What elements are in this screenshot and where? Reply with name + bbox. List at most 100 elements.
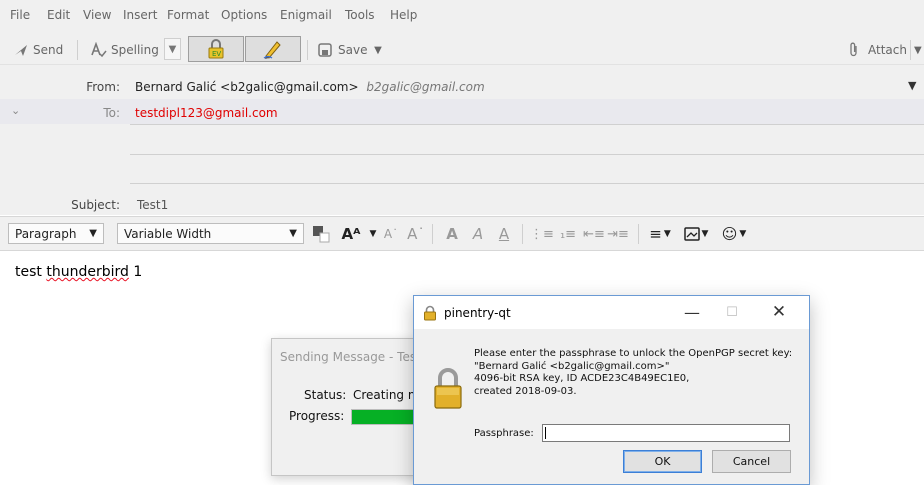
ok-button[interactable]: OK xyxy=(623,450,702,473)
increase-font-icon: A˙ xyxy=(407,225,425,243)
underline-button[interactable]: A xyxy=(493,224,515,244)
from-value: Bernard Galić <b2galic@gmail.com> xyxy=(135,80,359,94)
pinentry-titlebar: pinentry-qt — ☐ ✕ xyxy=(414,296,809,329)
recipient-row-empty[interactable] xyxy=(130,155,924,183)
toolbar-separator xyxy=(522,224,523,244)
text-caret xyxy=(545,427,546,439)
enigmail-encrypt-toggle[interactable]: EV xyxy=(188,36,244,62)
indent-button[interactable]: ⇥≡ xyxy=(607,224,629,244)
numbered-list-button[interactable]: ₁≡ xyxy=(557,224,579,244)
chevron-down-icon: ▼ xyxy=(369,229,377,239)
save-dropdown[interactable]: ▼ xyxy=(371,39,385,61)
increase-font-button[interactable]: A˙ xyxy=(405,224,427,244)
subject-field[interactable]: Test1 xyxy=(137,198,168,212)
indent-icon: ⇥≡ xyxy=(607,226,629,242)
font-family-value: Variable Width xyxy=(124,226,212,241)
toolbar-separator xyxy=(910,40,911,60)
from-identity: b2galic@gmail.com xyxy=(366,80,485,94)
numbered-list-icon: ₁≡ xyxy=(559,226,577,242)
recipient-type-chevron-icon[interactable]: ⌄ xyxy=(11,104,20,117)
chevron-down-icon: ▼ xyxy=(289,228,297,239)
lock-icon xyxy=(424,305,436,321)
attach-label: Attach xyxy=(868,43,907,57)
italic-icon: A xyxy=(472,225,484,243)
passphrase-input[interactable] xyxy=(542,424,790,442)
chevron-down-icon: ▼ xyxy=(168,43,177,55)
send-button[interactable]: Send xyxy=(14,39,63,61)
alignment-menu-button[interactable]: ≡ ▼ xyxy=(645,224,675,244)
menu-edit[interactable]: Edit xyxy=(47,8,70,22)
menu-view[interactable]: View xyxy=(83,8,111,22)
paragraph-format-select[interactable]: Paragraph ▼ xyxy=(8,223,104,244)
close-button[interactable]: ✕ xyxy=(764,302,794,322)
from-select[interactable]: Bernard Galić <b2galic@gmail.com> b2gali… xyxy=(135,80,485,94)
save-button[interactable]: Save xyxy=(318,39,367,61)
svg-text:EV: EV xyxy=(212,50,221,58)
cancel-button[interactable]: Cancel xyxy=(712,450,791,473)
save-icon xyxy=(318,43,332,57)
padlock-icon xyxy=(434,368,462,409)
bullet-list-button[interactable]: ⋮≡ xyxy=(530,224,554,244)
spelling-icon xyxy=(91,42,107,58)
chevron-down-icon: ▼ xyxy=(701,229,709,239)
compose-toolbar: Send Spelling ▼ EV Save ▼ Attach ▼ xyxy=(0,34,924,65)
chevron-down-icon: ▼ xyxy=(914,44,922,56)
insert-menu-button[interactable]: ▼ xyxy=(679,224,713,244)
format-toolbar: Paragraph ▼ Variable Width ▼ Aᴬ ▼ A˙ A˙ … xyxy=(0,216,924,251)
misspelled-word: thunderbird xyxy=(46,264,129,280)
paperclip-icon xyxy=(850,42,857,57)
font-family-select[interactable]: Variable Width ▼ xyxy=(117,223,304,244)
progress-fill xyxy=(352,410,413,424)
attach-button[interactable]: Attach xyxy=(848,39,907,61)
recipient-row-empty[interactable] xyxy=(130,125,924,153)
attach-dropdown[interactable]: ▼ xyxy=(914,39,922,61)
to-field[interactable]: testdipl123@gmail.com xyxy=(135,106,278,120)
bullet-list-icon: ⋮≡ xyxy=(530,226,554,242)
spelling-dropdown[interactable]: ▼ xyxy=(164,38,181,60)
menu-tools[interactable]: Tools xyxy=(345,8,375,22)
italic-button[interactable]: A xyxy=(467,224,489,244)
outdent-icon: ⇤≡ xyxy=(583,226,605,242)
emoji-menu-button[interactable]: ☺ ▼ xyxy=(717,224,751,244)
toolbar-separator xyxy=(432,224,433,244)
spelling-button[interactable]: Spelling xyxy=(90,39,159,61)
pinentry-title: pinentry-qt xyxy=(444,306,511,320)
menu-format[interactable]: Format xyxy=(167,8,209,22)
minimize-button[interactable]: — xyxy=(677,302,707,322)
chevron-down-icon: ▼ xyxy=(89,228,97,239)
from-dropdown-icon[interactable]: ▼ xyxy=(908,79,916,92)
to-label[interactable]: To: xyxy=(60,106,120,120)
font-size-menu-button[interactable]: Aᴬ xyxy=(338,224,364,244)
bold-icon: A xyxy=(446,225,458,243)
chevron-down-icon: ▼ xyxy=(739,229,747,239)
menu-help[interactable]: Help xyxy=(390,8,417,22)
enigmail-sign-toggle[interactable] xyxy=(245,36,301,62)
maximize-button[interactable]: ☐ xyxy=(717,302,747,322)
menu-options[interactable]: Options xyxy=(221,8,267,22)
toolbar-separator xyxy=(77,40,78,60)
compose-headers: From: Bernard Galić <b2galic@gmail.com> … xyxy=(0,65,924,215)
font-size-dropdown[interactable]: ▼ xyxy=(368,224,378,244)
status-label: Status: xyxy=(304,388,347,402)
save-label: Save xyxy=(338,43,368,57)
send-label: Send xyxy=(33,43,64,57)
chevron-down-icon: ▼ xyxy=(663,229,671,239)
status-value: Creating m xyxy=(353,388,420,402)
pinentry-message: Please enter the passphrase to unlock th… xyxy=(474,348,793,397)
toolbar-separator xyxy=(638,224,639,244)
menu-bar: File Edit View Insert Format Options Eni… xyxy=(0,0,924,34)
maximize-icon: ☐ xyxy=(726,304,738,320)
menu-insert[interactable]: Insert xyxy=(123,8,157,22)
close-icon: ✕ xyxy=(771,302,787,322)
decrease-font-icon: A˙ xyxy=(383,227,399,241)
outdent-button[interactable]: ⇤≡ xyxy=(583,224,605,244)
decrease-font-button[interactable]: A˙ xyxy=(381,224,401,244)
text-color-icon xyxy=(313,226,330,243)
menu-file[interactable]: File xyxy=(10,8,30,22)
align-icon: ≡ xyxy=(649,225,662,243)
text-color-button[interactable] xyxy=(310,224,332,244)
message-body[interactable]: test thunderbird 1 xyxy=(15,264,142,280)
recipient-row-divider xyxy=(130,183,924,184)
menu-enigmail[interactable]: Enigmail xyxy=(280,8,332,22)
bold-button[interactable]: A xyxy=(441,224,463,244)
